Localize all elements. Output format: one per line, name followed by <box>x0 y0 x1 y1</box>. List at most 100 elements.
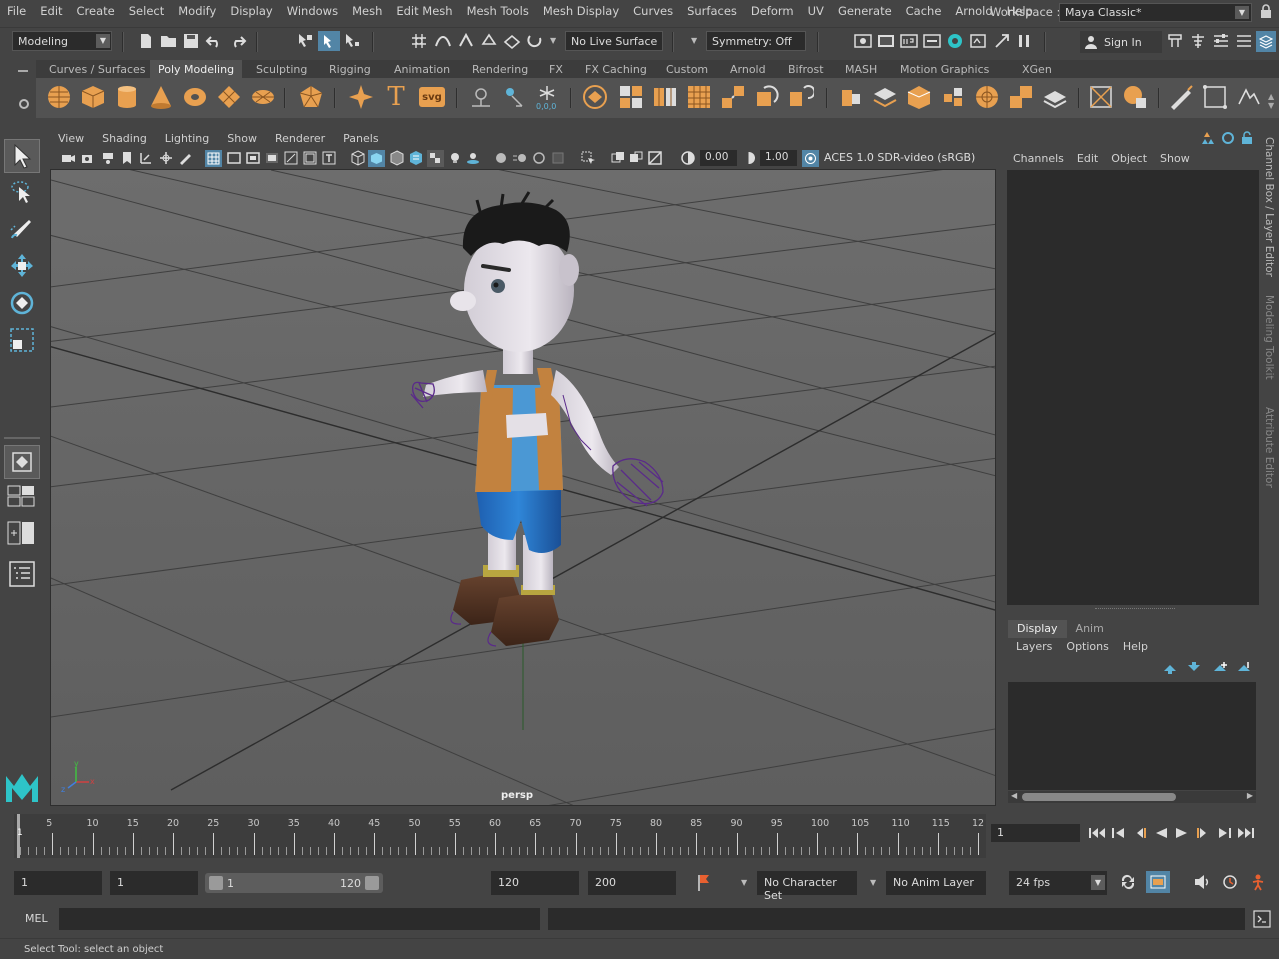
shelf-menu-icon[interactable] <box>18 70 28 72</box>
step-forward-frame-icon[interactable] <box>1216 826 1232 840</box>
bookmark-camera-icon[interactable] <box>100 150 116 166</box>
shelf-tab-rigging[interactable]: Rigging <box>321 60 379 78</box>
undo-icon[interactable] <box>205 33 223 49</box>
symmetry-field[interactable]: Symmetry: Off <box>706 31 806 51</box>
channel-box-layer-editor-button[interactable] <box>1256 31 1276 52</box>
sculpt-brush-icon[interactable] <box>1168 84 1194 110</box>
channel-box-options-icon[interactable] <box>1199 131 1215 145</box>
snap-view-plane-icon[interactable] <box>480 32 498 50</box>
go-to-start-icon[interactable] <box>1088 826 1106 840</box>
select-tool-button[interactable] <box>4 139 40 173</box>
lock-icon[interactable] <box>1260 4 1272 18</box>
screen-space-ao-icon[interactable] <box>493 150 509 166</box>
poly-plane-icon[interactable] <box>216 84 242 110</box>
menu-uv[interactable]: UV <box>801 4 831 18</box>
extract-icon[interactable] <box>686 84 712 110</box>
viewport-menu-shading[interactable]: Shading <box>94 132 157 145</box>
anti-aliasing-icon[interactable] <box>531 150 547 166</box>
select-object-mode-button[interactable] <box>318 31 340 51</box>
layer-list[interactable] <box>1008 682 1256 790</box>
x-ray-icon[interactable] <box>610 150 626 166</box>
anim-preferences-icon[interactable] <box>1221 873 1239 891</box>
connect-icon[interactable] <box>1008 84 1034 110</box>
range-slider[interactable]: 1 120 <box>205 873 383 893</box>
uv-editor-icon[interactable] <box>1088 84 1114 110</box>
layer-list-scrollbar[interactable]: ◀ ▶ <box>1008 791 1256 803</box>
loop-icon[interactable] <box>1119 873 1137 891</box>
save-scene-icon[interactable] <box>183 33 199 49</box>
poly-cone-icon[interactable] <box>148 84 174 110</box>
go-to-end-icon[interactable] <box>1237 826 1255 840</box>
x-ray-joints-icon[interactable] <box>628 150 644 166</box>
outliner-view-button[interactable] <box>4 557 40 591</box>
layer-menu-options[interactable]: Options <box>1060 640 1116 653</box>
menu-select[interactable]: Select <box>122 4 171 18</box>
safe-title-icon[interactable] <box>321 150 337 166</box>
layer-tab-display[interactable]: Display <box>1008 620 1067 638</box>
cache-playback-button[interactable] <box>1146 871 1170 893</box>
menu-generate[interactable]: Generate <box>831 4 899 18</box>
scroll-left-icon[interactable]: ◀ <box>1011 791 1017 800</box>
shelf-tab-motion-graphics[interactable]: Motion Graphics <box>892 60 997 78</box>
extrude-icon[interactable] <box>838 84 864 110</box>
tab-channel-box-layer-editor[interactable]: Channel Box / Layer Editor <box>1263 137 1275 277</box>
combine-icon[interactable] <box>582 84 608 110</box>
menu-cache[interactable]: Cache <box>899 4 949 18</box>
menu-mesh-tools[interactable]: Mesh Tools <box>460 4 536 18</box>
viewport-scene[interactable]: x y z <box>51 170 996 806</box>
refresh-icon[interactable] <box>1221 131 1235 145</box>
shelf-tab-arnold[interactable]: Arnold <box>722 60 774 78</box>
menu-curves[interactable]: Curves <box>626 4 680 18</box>
depth-of-field-icon[interactable] <box>550 150 566 166</box>
sound-icon[interactable] <box>1193 874 1211 890</box>
step-back-frame-icon[interactable] <box>1111 826 1127 840</box>
single-perspective-view-button[interactable] <box>4 445 40 479</box>
menu-windows[interactable]: Windows <box>280 4 345 18</box>
channel-box-content[interactable] <box>1007 170 1259 605</box>
bevel-icon[interactable] <box>872 84 898 110</box>
lights-icon[interactable] <box>447 150 463 166</box>
create-empty-layer-icon[interactable] <box>1212 661 1228 675</box>
rotate-tool-button[interactable] <box>4 286 40 320</box>
gear-icon[interactable] <box>18 98 30 110</box>
channel-box-menu-channels[interactable]: Channels <box>1008 152 1072 165</box>
render-frame-icon[interactable] <box>877 33 895 49</box>
camera-attributes-icon[interactable] <box>80 150 96 166</box>
multi-cut-icon[interactable] <box>940 84 966 110</box>
open-scene-icon[interactable] <box>160 33 178 49</box>
shelf-tab-sculpting[interactable]: Sculpting <box>248 60 315 78</box>
menu-display[interactable]: Display <box>223 4 279 18</box>
chevron-down-icon[interactable]: ▼ <box>691 36 697 45</box>
shadows-icon[interactable] <box>465 150 481 166</box>
tab-modeling-toolkit[interactable]: Modeling Toolkit <box>1263 295 1275 380</box>
bridge-icon[interactable] <box>720 84 746 110</box>
modeling-toolkit-icon[interactable] <box>1166 32 1184 50</box>
animation-end-field[interactable]: 200 <box>588 871 676 895</box>
shelf-tab-xgen[interactable]: XGen <box>1014 60 1060 78</box>
character-animation-icon[interactable] <box>1249 873 1267 891</box>
animation-start-field[interactable]: 1 <box>14 871 102 895</box>
image-plane-icon[interactable] <box>138 150 154 166</box>
normals-icon[interactable] <box>502 84 528 110</box>
freeze-transform-icon[interactable]: 0,0,0 <box>534 84 560 110</box>
two-view-button[interactable] <box>4 520 40 546</box>
color-management-button[interactable] <box>802 150 819 167</box>
uv-unfold-icon[interactable] <box>1122 84 1148 110</box>
channel-box-menu-show[interactable]: Show <box>1155 152 1198 165</box>
backface-culling-icon[interactable] <box>647 150 663 166</box>
viewport-menu-renderer[interactable]: Renderer <box>267 132 335 145</box>
character-set-field[interactable]: No Character Set <box>757 871 857 902</box>
move-layer-up-icon[interactable] <box>1162 661 1178 675</box>
poly-torus-icon[interactable] <box>182 84 208 110</box>
chevron-down-icon[interactable]: ▼ <box>870 878 876 887</box>
append-icon[interactable] <box>906 84 932 110</box>
safe-action-icon[interactable] <box>302 150 318 166</box>
menu-file[interactable]: File <box>0 4 33 18</box>
mel-command-input[interactable] <box>59 908 540 930</box>
separate-icon[interactable] <box>618 84 644 110</box>
scroll-right-icon[interactable]: ▶ <box>1247 791 1253 800</box>
step-back-key-icon[interactable] <box>1132 826 1148 840</box>
shelf-tab-curves-surfaces[interactable]: Curves / Surfaces <box>41 60 154 78</box>
snap-surface-icon[interactable] <box>503 32 521 50</box>
range-start-handle[interactable] <box>209 876 223 890</box>
